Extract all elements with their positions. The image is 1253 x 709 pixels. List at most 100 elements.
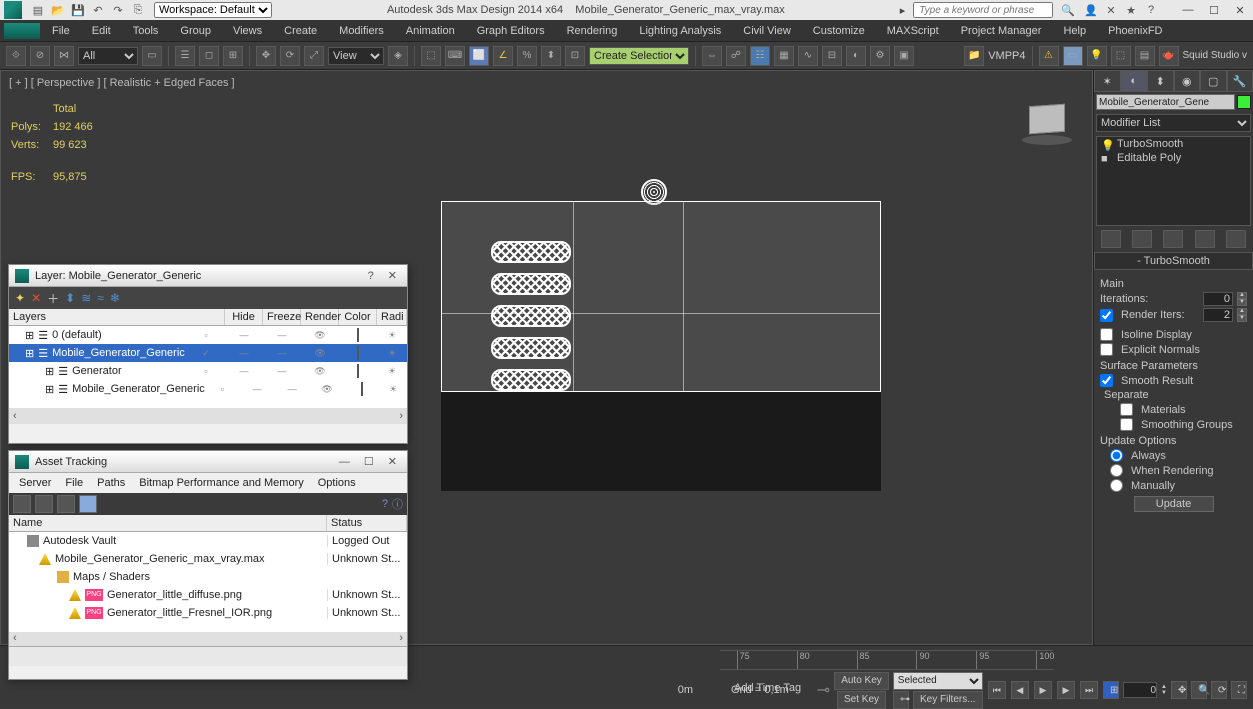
- freeze-layer-icon[interactable]: ❄: [110, 291, 120, 305]
- render-preset-icon[interactable]: ▤: [1135, 46, 1155, 66]
- menu-animation[interactable]: Animation: [396, 23, 465, 39]
- asset-row[interactable]: Maps / Shaders: [9, 568, 407, 586]
- asset-col-status[interactable]: Status: [327, 515, 407, 531]
- delete-layer-icon[interactable]: ✕: [31, 291, 41, 305]
- update-button[interactable]: Update: [1134, 496, 1214, 512]
- asset-table-icon[interactable]: [79, 495, 97, 513]
- asset-min-button[interactable]: —: [335, 456, 354, 468]
- menu-grapheditors[interactable]: Graph Editors: [467, 23, 555, 39]
- bind-icon[interactable]: ⋈: [54, 46, 74, 66]
- app-menu-icon[interactable]: [4, 23, 40, 39]
- open-icon[interactable]: 📂: [50, 2, 66, 18]
- show-end-icon[interactable]: [1132, 230, 1152, 248]
- time-ruler[interactable]: 75 80 85 90 95 100: [720, 650, 1053, 670]
- menu-customize[interactable]: Customize: [803, 23, 875, 39]
- warning-icon[interactable]: ⚠: [1039, 46, 1059, 66]
- autokey-button[interactable]: Auto Key: [834, 672, 889, 690]
- layer-scrollbar[interactable]: ‹›: [9, 408, 407, 424]
- object-name-input[interactable]: [1096, 94, 1235, 110]
- menu-help[interactable]: Help: [1053, 23, 1096, 39]
- named-selection-dropdown[interactable]: Create Selection Se: [589, 47, 689, 65]
- update-render-radio[interactable]: [1110, 464, 1123, 477]
- orbit-icon[interactable]: ⟳: [1211, 681, 1227, 699]
- asset-menu-file[interactable]: File: [59, 475, 89, 491]
- render-iters-spinner[interactable]: ▲▼: [1237, 308, 1247, 322]
- sep-smoothing-checkbox[interactable]: [1120, 418, 1133, 431]
- remove-mod-icon[interactable]: [1195, 230, 1215, 248]
- light-icon[interactable]: 💡: [1087, 46, 1107, 66]
- menu-edit[interactable]: Edit: [82, 23, 121, 39]
- asset-tree-icon[interactable]: [35, 495, 53, 513]
- menu-modifiers[interactable]: Modifiers: [329, 23, 394, 39]
- goto-end-icon[interactable]: ⏭: [1080, 681, 1098, 699]
- key-filter-dropdown[interactable]: Selected: [893, 672, 983, 690]
- snap-toggle-icon[interactable]: ⬜: [469, 46, 489, 66]
- window-crossing-icon[interactable]: ⊞: [223, 46, 243, 66]
- frame-input[interactable]: [1123, 682, 1157, 698]
- goto-start-icon[interactable]: ⏮: [988, 681, 1006, 699]
- render-iters-checkbox[interactable]: [1100, 309, 1113, 322]
- signin-icon[interactable]: 👤: [1083, 2, 1099, 18]
- menu-civilview[interactable]: Civil View: [733, 23, 800, 39]
- layer-row[interactable]: ⊞☰0 (default)▫——👁☀: [9, 326, 407, 344]
- setkey-button[interactable]: Set Key: [837, 691, 886, 709]
- rendered-frame-icon[interactable]: ▣: [894, 46, 914, 66]
- exchange-icon[interactable]: ✕: [1103, 2, 1119, 18]
- asset-col-name[interactable]: Name: [9, 515, 327, 531]
- graphite-icon[interactable]: ▦: [774, 46, 794, 66]
- asset-refresh-icon[interactable]: [13, 495, 31, 513]
- minimize-button[interactable]: —: [1179, 4, 1197, 17]
- next-frame-icon[interactable]: ▶: [1057, 681, 1075, 699]
- col-layers[interactable]: Layers: [9, 309, 225, 325]
- help-icon[interactable]: ?: [1143, 2, 1159, 18]
- spinner-snap-icon[interactable]: ⬍: [541, 46, 561, 66]
- col-render[interactable]: Render: [301, 309, 339, 325]
- isoline-checkbox[interactable]: [1100, 328, 1113, 341]
- scale-icon[interactable]: ⤢: [304, 46, 324, 66]
- favorite-icon[interactable]: ★: [1123, 2, 1139, 18]
- render-output-icon[interactable]: ▭: [1063, 46, 1083, 66]
- asset-row[interactable]: Autodesk VaultLogged Out: [9, 532, 407, 550]
- iterations-input[interactable]: [1203, 292, 1233, 306]
- menu-file[interactable]: File: [42, 23, 80, 39]
- lightbulb-icon[interactable]: 💡: [1101, 139, 1111, 149]
- asset-row[interactable]: Mobile_Generator_Generic_max_vray.maxUnk…: [9, 550, 407, 568]
- configure-icon[interactable]: [1226, 230, 1246, 248]
- layer-close-button[interactable]: ✕: [384, 269, 401, 282]
- col-freeze[interactable]: Freeze: [263, 309, 301, 325]
- update-manual-radio[interactable]: [1110, 479, 1123, 492]
- maximize-button[interactable]: ☐: [1205, 4, 1223, 17]
- link-icon[interactable]: ⎘: [130, 2, 146, 18]
- asset-menu-options[interactable]: Options: [312, 475, 362, 491]
- rollout-turbosmooth-header[interactable]: - TurboSmooth: [1094, 252, 1253, 270]
- help-search-input[interactable]: [913, 2, 1053, 18]
- menu-rendering[interactable]: Rendering: [557, 23, 628, 39]
- project-folder-icon[interactable]: 📁: [964, 46, 984, 66]
- menu-lighting[interactable]: Lighting Analysis: [629, 23, 731, 39]
- sep-materials-checkbox[interactable]: [1120, 403, 1133, 416]
- percent-snap-icon[interactable]: %: [517, 46, 537, 66]
- tab-hierarchy-icon[interactable]: ⬍: [1147, 70, 1174, 92]
- manipulate-icon[interactable]: ⬚: [421, 46, 441, 66]
- schematic-icon[interactable]: ⊟: [822, 46, 842, 66]
- smooth-result-checkbox[interactable]: [1100, 374, 1113, 387]
- info-center-icon[interactable]: ▸: [900, 4, 906, 17]
- add-time-tag-button[interactable]: Add Time Tag: [734, 682, 801, 694]
- layers-icon[interactable]: ☷: [750, 46, 770, 66]
- redo-icon[interactable]: ↷: [110, 2, 126, 18]
- key-icon-button[interactable]: ⊶: [893, 691, 909, 709]
- selection-filter-dropdown[interactable]: All: [78, 47, 138, 65]
- modifier-stack[interactable]: 💡TurboSmooth ■Editable Poly: [1096, 136, 1251, 226]
- rotate-icon[interactable]: ⟳: [280, 46, 300, 66]
- make-unique-icon[interactable]: [1163, 230, 1183, 248]
- pan-icon[interactable]: ✥: [1171, 681, 1187, 699]
- layer-row[interactable]: ⊞☰Generator▫——👁☀: [9, 362, 407, 380]
- undo-icon[interactable]: ↶: [90, 2, 106, 18]
- tab-create-icon[interactable]: ✶: [1094, 70, 1121, 92]
- close-button[interactable]: ✕: [1231, 4, 1249, 17]
- asset-close-button[interactable]: ✕: [384, 455, 401, 468]
- search-icon[interactable]: 🔍: [1061, 4, 1075, 17]
- col-radiosity[interactable]: Radi: [377, 309, 407, 325]
- new-icon[interactable]: ▤: [30, 2, 46, 18]
- select-link-icon[interactable]: ⟐: [6, 46, 26, 66]
